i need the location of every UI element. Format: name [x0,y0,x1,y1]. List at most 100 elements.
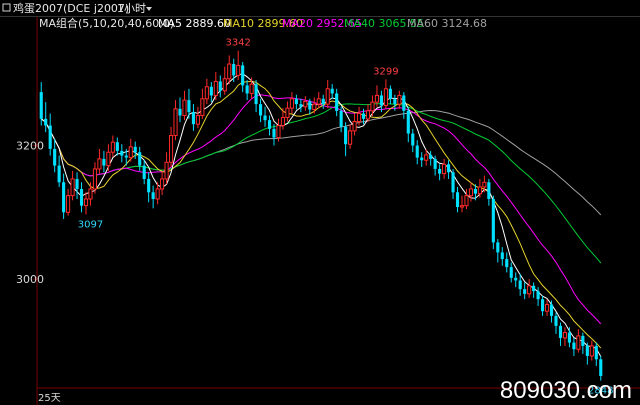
candle [549,300,554,323]
candle [44,102,48,133]
instrument-title: 鸡蛋2007(DCE j2007) [13,1,129,15]
candle [178,97,182,123]
duration-label: 25天 [38,393,61,404]
candle-body [374,94,380,103]
candle-body [477,186,482,195]
candle-body [142,165,146,179]
candle [62,173,66,220]
candle-body [567,332,571,343]
candle-body [254,84,258,105]
candle [299,98,303,113]
candle [572,337,576,356]
candle-body [200,98,205,116]
candlestick-chart: 鸡蛋2007(DCE j2007) 1小时 MA组合(5,10,20,40,60… [0,1,640,405]
period-label[interactable]: 1小时 [117,2,146,15]
candle-body [168,135,174,163]
ma10-line [40,80,602,349]
candle-body [249,83,254,94]
ma60-line [40,109,602,216]
candle [209,82,213,103]
candle-body [285,107,290,118]
candle [383,79,388,109]
candle-body [348,130,353,145]
candle [191,104,195,131]
candle-body [383,88,388,106]
candle-body [75,178,79,189]
square-box-icon[interactable] [2,3,11,12]
candle-body [83,198,89,207]
candle-body [312,103,317,110]
candle [70,170,75,201]
candle-body [155,188,160,200]
candle [218,75,222,98]
candle [447,160,451,179]
candle-body [218,81,222,91]
y-tick-label: 3200 [16,140,44,153]
candle [536,287,540,306]
candle-body [204,86,209,100]
candle-body [245,85,249,94]
candle [245,80,249,101]
candle [182,90,187,121]
candle [142,160,146,185]
candle-body [344,126,348,145]
candle [589,340,594,361]
price-annotations: 3342329930972848 [78,38,614,397]
high-label: 3299 [373,66,398,77]
candle [254,80,258,113]
candle [236,50,241,81]
candle [487,178,491,206]
candle [455,186,460,213]
candle [415,140,419,165]
candle-body [536,291,540,300]
candle-body [339,110,343,127]
candle [106,144,111,171]
candle [335,88,339,117]
candle-body [133,146,137,153]
candle-body [505,259,509,268]
candle-body [70,178,75,197]
candle [438,164,442,181]
candle-body [500,252,504,260]
candle [567,327,571,348]
candle [505,252,509,273]
candle-body [379,95,383,106]
candle [388,85,392,105]
candle-body [173,108,178,137]
candle [164,152,169,185]
candle-body [451,172,455,193]
candle-body [316,98,321,105]
candle-body [124,155,128,158]
candle-body [241,65,245,86]
ma60-legend: MA60 3124.68 [407,17,487,30]
candle-body [222,78,227,92]
candle [312,97,317,114]
candle [79,182,84,213]
y-axis-ticks: 3200 3000 [16,140,44,287]
candle-body [115,142,119,151]
candle-body [294,98,298,105]
candle [92,162,98,194]
candle [321,94,325,109]
dropdown-arrow-icon[interactable] [146,7,152,11]
candle [102,150,106,173]
ma-group-label[interactable]: MA组合(5,10,20,40,60,0) [39,16,174,30]
candle [66,188,71,216]
candle [509,262,513,283]
candle-body [151,192,155,199]
candle-body [178,108,182,116]
candle-body [39,92,43,119]
candle-body [589,345,594,357]
candle [173,100,178,141]
ma5-legend: MA5 2889.60 [158,17,231,30]
candle [344,122,348,157]
candle-body [572,342,576,350]
candle-body [576,335,581,350]
candle-body [429,154,433,159]
candle [48,113,52,156]
candle-body [321,98,325,105]
candle [120,144,124,163]
candle-body [147,178,151,193]
candle-body [424,154,429,161]
candle [491,195,495,250]
